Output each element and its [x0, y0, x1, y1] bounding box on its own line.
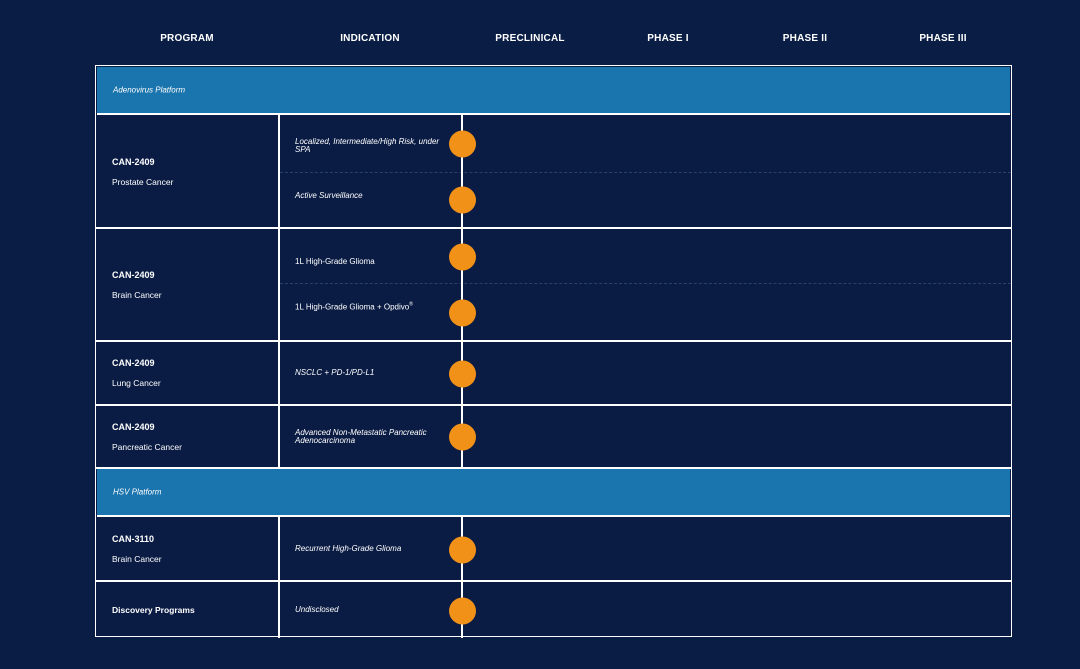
program-cell-brain: CAN-2409 Brain Cancer — [112, 270, 162, 300]
program-cell-lung: CAN-2409 Lung Cancer — [112, 358, 161, 388]
program-cell-pancreatic: CAN-2409 Pancreatic Cancer — [112, 422, 182, 452]
program-cell-can3110-brain: CAN-3110 Brain Cancer — [112, 534, 162, 564]
header-phase-1: PHASE I — [647, 33, 689, 44]
progress-marker — [449, 536, 476, 564]
program-name: CAN-3110 — [112, 534, 155, 544]
indication-recurrent-glioma: Recurrent High-Grade Glioma — [295, 544, 402, 553]
column-divider — [461, 115, 463, 469]
column-divider — [278, 517, 280, 638]
platform-label-hsv: HSV Platform — [113, 487, 162, 497]
row-divider — [96, 227, 1011, 229]
row-divider — [96, 340, 1011, 342]
subrow-divider — [280, 172, 1011, 173]
indication-prostate-surveillance: Active Surveillance — [295, 191, 363, 200]
program-indication-group: Brain Cancer — [112, 290, 162, 300]
program-name: CAN-2409 — [112, 270, 155, 280]
indication-text: 1L High-Grade Glioma + Opdivo — [295, 302, 410, 312]
pipeline-table: Adenovirus Platform HSV Platform CAN-240… — [95, 65, 1012, 638]
header-preclinical: PRECLINICAL — [495, 33, 565, 44]
progress-marker — [449, 597, 476, 625]
indication-prostate-localized: Localized, Intermediate/High Risk, under… — [295, 137, 440, 154]
column-divider — [278, 115, 280, 469]
progress-marker — [449, 360, 476, 388]
program-name: CAN-2409 — [112, 358, 155, 368]
program-name: CAN-2409 — [112, 422, 155, 432]
header-phase-3: PHASE III — [919, 33, 967, 44]
indication-pancreatic: Advanced Non-Metastatic Pancreatic Adeno… — [295, 428, 427, 445]
progress-marker — [449, 243, 476, 271]
progress-marker — [449, 186, 476, 214]
platform-band-hsv: HSV Platform — [97, 469, 1010, 517]
row-divider — [96, 404, 1011, 406]
header-indication: INDICATION — [340, 33, 400, 44]
program-indication-group: Brain Cancer — [112, 554, 162, 564]
program-indication-group: Lung Cancer — [112, 378, 161, 388]
program-cell-discovery: Discovery Programs — [112, 605, 195, 615]
header-program: PROGRAM — [160, 33, 214, 44]
registered-mark: ® — [409, 301, 413, 308]
progress-marker — [449, 423, 476, 451]
program-name: CAN-2409 — [112, 157, 155, 167]
indication-brain-opdivo: 1L High-Grade Glioma + Opdivo® — [295, 301, 450, 312]
platform-label-adenovirus: Adenovirus Platform — [113, 85, 186, 95]
program-indication-group: Pancreatic Cancer — [112, 442, 182, 452]
indication-brain-1l: 1L High-Grade Glioma — [295, 257, 375, 266]
subrow-divider — [280, 283, 1011, 284]
progress-marker — [449, 130, 476, 158]
progress-marker — [449, 299, 476, 327]
platform-band-adenovirus: Adenovirus Platform — [97, 67, 1010, 115]
header-phase-2: PHASE II — [782, 33, 828, 44]
row-divider — [96, 580, 1011, 582]
program-name: Discovery Programs — [112, 605, 195, 615]
program-cell-prostate: CAN-2409 Prostate Cancer — [112, 157, 173, 187]
indication-lung-nsclc: NSCLC + PD-1/PD-L1 — [295, 368, 375, 377]
indication-undisclosed: Undisclosed — [295, 605, 339, 614]
program-indication-group: Prostate Cancer — [112, 177, 174, 187]
